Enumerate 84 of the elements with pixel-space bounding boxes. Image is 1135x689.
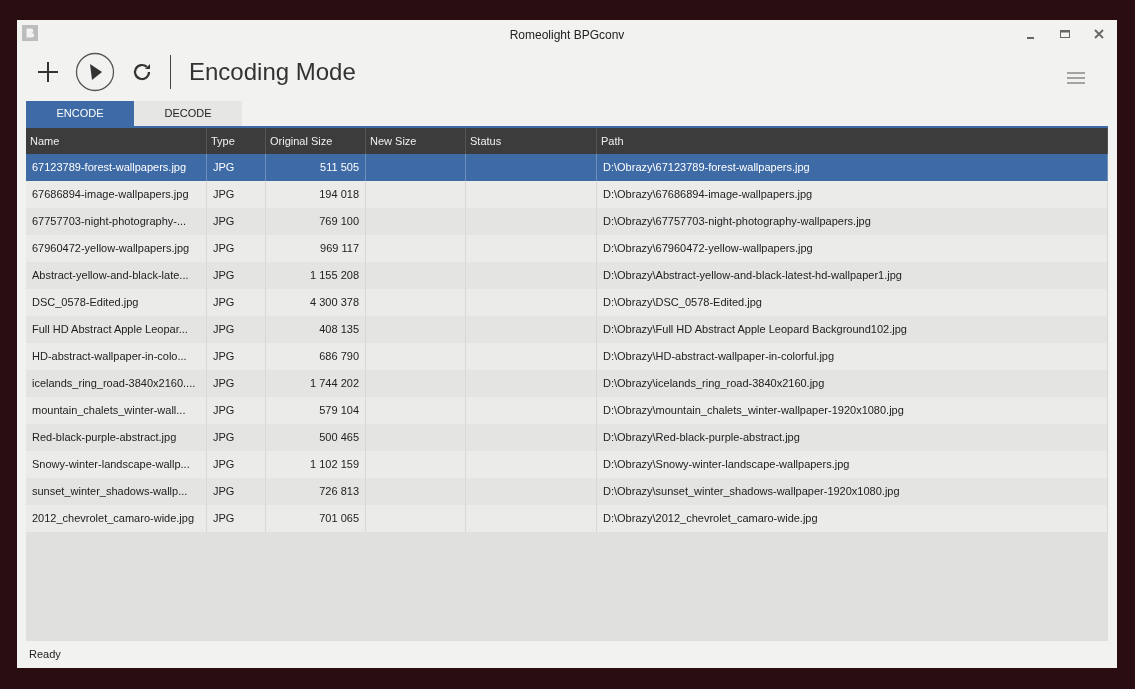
table-cell-text: JPG: [213, 430, 235, 446]
table-cell-text: 1 155 208: [310, 268, 359, 284]
add-icon[interactable]: [36, 60, 60, 84]
column-header[interactable]: Type: [211, 132, 235, 150]
table-cell-text: D:\Obrazy\Snowy-winter-landscape-wallpapers.jpg: [603, 457, 850, 473]
table-cell-text: JPG: [213, 484, 235, 500]
table-row[interactable]: HD-abstract-wallpaper-in-colo... JPG 686 790 D:\Obrazy\HD-abstract-wallpaper-in-colorful.jpg: [26, 343, 1108, 370]
table-cell-text: 500 465: [319, 430, 359, 446]
table-cell-text: D:\Obrazy\icelands_ring_road-3840x2160.jpg: [603, 376, 825, 392]
table-cell-text: 67960472-yellow-wallpapers.jpg: [32, 241, 190, 257]
table-cell-text: D:\Obrazy\2012_chevrolet_camaro-wide.jpg: [603, 511, 818, 527]
table-cell-text: JPG: [213, 187, 235, 203]
column-header[interactable]: Path: [601, 132, 624, 150]
table-cell-text: DSC_0578-Edited.jpg: [32, 295, 139, 311]
app-logo-icon: [22, 25, 38, 41]
table-cell-text: D:\Obrazy\DSC_0578-Edited.jpg: [603, 295, 762, 311]
table-row[interactable]: 67757703-night-photography-... JPG 769 100 D:\Obrazy\67757703-night-photography-wallpapers.jpg: [26, 208, 1108, 235]
table-row[interactable]: 67960472-yellow-wallpapers.jpg JPG 969 117 D:\Obrazy\67960472-yellow-wallpapers.jpg: [26, 235, 1108, 262]
status-text: Ready: [29, 647, 61, 663]
table-cell-text: 769 100: [319, 214, 359, 230]
column-header[interactable]: Name: [30, 132, 60, 150]
table-cell-text: 726 813: [319, 484, 359, 500]
table-cell-text: D:\Obrazy\67686894-image-wallpapers.jpg: [603, 187, 813, 203]
table-cell-text: JPG: [213, 511, 235, 527]
table-cell-text: D:\Obrazy\mountain_chalets_winter-wallpaper-1920x1080.jpg: [603, 403, 904, 419]
table-cell-text: D:\Obrazy\Red-black-purple-abstract.jpg: [603, 430, 800, 446]
table-cell-text: JPG: [213, 241, 235, 257]
table-cell-text: 701 065: [319, 511, 359, 527]
table-row[interactable]: Snowy-winter-landscape-wallp... JPG 1 102 159 D:\Obrazy\Snowy-winter-landscape-wallpapers.jpg: [26, 451, 1108, 478]
table-cell-text: 686 790: [319, 349, 359, 365]
table-row[interactable]: Red-black-purple-abstract.jpg JPG 500 465 D:\Obrazy\Red-black-purple-abstract.jpg: [26, 424, 1108, 451]
table-cell-text: D:\Obrazy\HD-abstract-wallpaper-in-colorful.jpg: [603, 349, 835, 365]
table-cell-text: JPG: [213, 160, 235, 176]
table-cell-text: JPG: [213, 268, 235, 284]
table-cell-text: JPG: [213, 457, 235, 473]
table-cell-text: D:\Obrazy\67960472-yellow-wallpapers.jpg: [603, 241, 813, 257]
table-cell-text: JPG: [213, 349, 235, 365]
column-header[interactable]: Status: [470, 132, 502, 150]
table-cell-text: JPG: [213, 214, 235, 230]
table-cell-text: Red-black-purple-abstract.jpg: [32, 430, 177, 446]
table-row[interactable]: icelands_ring_road-3840x2160.... JPG 1 744 202 D:\Obrazy\icelands_ring_road-3840x2160.jpg: [26, 370, 1108, 397]
table-cell-text: D:\Obrazy\67123789-forest-wallpapers.jpg: [603, 160, 810, 176]
table-cell-text: JPG: [213, 322, 235, 338]
table-row[interactable]: Full HD Abstract Apple Leopar... JPG 408 135 D:\Obrazy\Full HD Abstract Apple Leopard Background102.jpg: [26, 316, 1108, 343]
table-cell-text: JPG: [213, 403, 235, 419]
table-cell-text: mountain_chalets_winter-wall...: [32, 403, 186, 419]
table-cell-text: JPG: [213, 376, 235, 392]
table-cell-text: 194 018: [319, 187, 359, 203]
table-cell-text: icelands_ring_road-3840x2160....: [32, 376, 196, 392]
play-icon[interactable]: [75, 52, 115, 92]
table-cell-text: Abstract-yellow-and-black-late...: [32, 268, 189, 284]
table-cell-text: Full HD Abstract Apple Leopar...: [32, 322, 188, 338]
table-row[interactable]: 67123789-forest-wallpapers.jpg JPG 511 505 D:\Obrazy\67123789-forest-wallpapers.jpg: [26, 154, 1108, 181]
table-row[interactable]: DSC_0578-Edited.jpg JPG 4 300 378 D:\Obrazy\DSC_0578-Edited.jpg: [26, 289, 1108, 316]
table-cell-text: D:\Obrazy\Full HD Abstract Apple Leopard Background102.jpg: [603, 322, 907, 338]
table-cell-text: HD-abstract-wallpaper-in-colo...: [32, 349, 187, 365]
table-row[interactable]: 2012_chevrolet_camaro-wide.jpg JPG 701 065 D:\Obrazy\2012_chevrolet_camaro-wide.jpg: [26, 505, 1108, 532]
table-cell-text: 579 104: [319, 403, 359, 419]
table-cell-text: JPG: [213, 295, 235, 311]
table-row[interactable]: sunset_winter_shadows-wallp... JPG 726 813 D:\Obrazy\sunset_winter_shadows-wallpaper-1920x1080.jpg: [26, 478, 1108, 505]
table-cell-text: 408 135: [319, 322, 359, 338]
column-header[interactable]: New Size: [370, 132, 417, 150]
mode-tab[interactable]: ENCODE: [26, 101, 134, 126]
column-header[interactable]: Original Size: [270, 132, 333, 150]
table-row[interactable]: 67686894-image-wallpapers.jpg JPG 194 018 D:\Obrazy\67686894-image-wallpapers.jpg: [26, 181, 1108, 208]
table-cell-text: D:\Obrazy\67757703-night-photography-wallpapers.jpg: [603, 214, 871, 230]
table-cell-text: D:\Obrazy\sunset_winter_shadows-wallpaper-1920x1080.jpg: [603, 484, 900, 500]
table-row[interactable]: Abstract-yellow-and-black-late... JPG 1 155 208 D:\Obrazy\Abstract-yellow-and-black-latest-hd-wallpaper1.jpg: [26, 262, 1108, 289]
table-cell-text: 67123789-forest-wallpapers.jpg: [32, 160, 187, 176]
table-cell-text: 1 102 159: [310, 457, 359, 473]
table-cell-text: 969 117: [320, 241, 359, 257]
table-cell-text: 67686894-image-wallpapers.jpg: [32, 187, 189, 203]
mode-tab[interactable]: DECODE: [134, 101, 242, 126]
table-cell-text: 4 300 378: [310, 295, 359, 311]
table-cell-text: 511 505: [320, 160, 359, 176]
table-cell-text: 1 744 202: [310, 376, 359, 392]
table-cell-text: 67757703-night-photography-...: [32, 214, 187, 230]
table-cell-text: 2012_chevrolet_camaro-wide.jpg: [32, 511, 195, 527]
window-title: Romeolight BPGconv: [509, 27, 625, 44]
table-cell-text: D:\Obrazy\Abstract-yellow-and-black-latest-hd-wallpaper1.jpg: [603, 268, 902, 284]
table-cell-text: Snowy-winter-landscape-wallp...: [32, 457, 190, 473]
table-row[interactable]: mountain_chalets_winter-wall... JPG 579 104 D:\Obrazy\mountain_chalets_winter-wallpaper-1920x1080.jpg: [26, 397, 1108, 424]
table-cell-text: sunset_winter_shadows-wallp...: [32, 484, 188, 500]
mode-title: Encoding Mode: [189, 57, 356, 87]
